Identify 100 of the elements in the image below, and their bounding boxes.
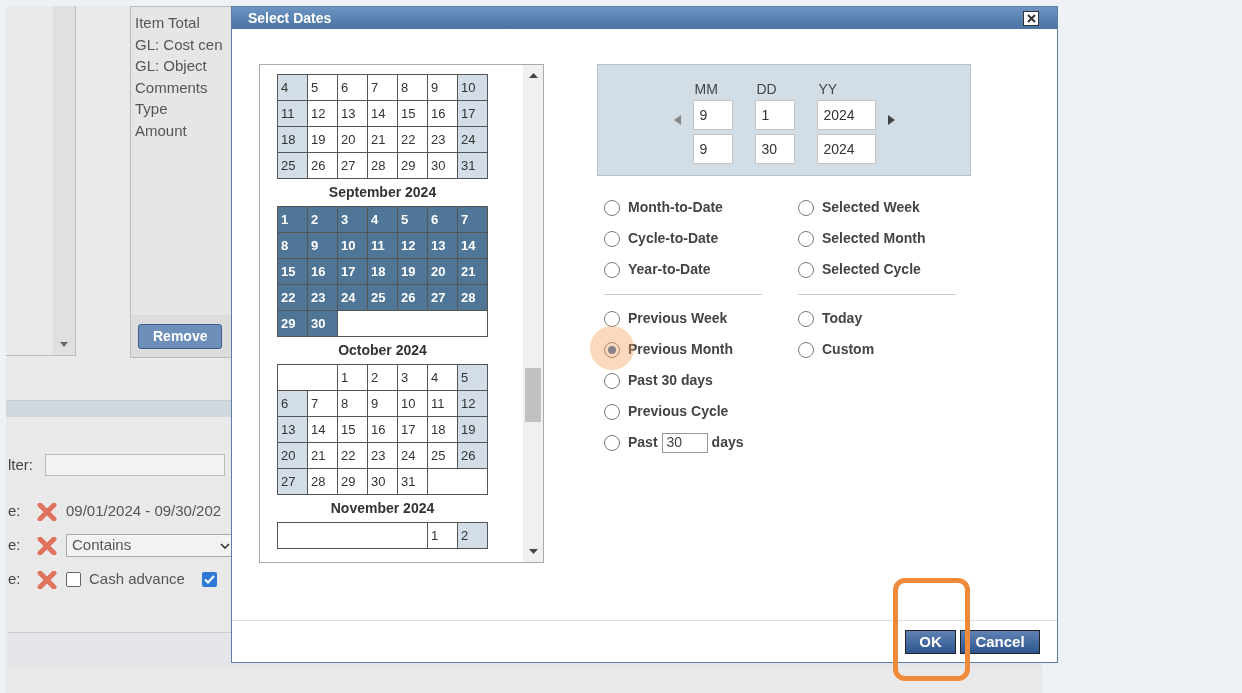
calendar-day[interactable]: 16 (308, 259, 337, 284)
date-field[interactable]: 2024 (816, 100, 876, 130)
calendar-day[interactable]: 27 (428, 285, 457, 310)
radio-button[interactable] (604, 261, 620, 278)
remove-icon[interactable] (37, 502, 57, 521)
close-button[interactable] (1023, 10, 1039, 26)
remove-icon[interactable] (37, 570, 57, 589)
calendar-day[interactable]: 2 (368, 365, 397, 390)
calendar-day[interactable]: 29 (338, 469, 367, 494)
radio-button[interactable] (604, 310, 620, 327)
calendar-day[interactable]: 23 (308, 285, 337, 310)
calendar-day[interactable]: 1 (428, 523, 457, 548)
calendar-day[interactable]: 19 (458, 417, 487, 442)
calendar-day[interactable]: 22 (338, 443, 367, 468)
radio-button[interactable] (604, 403, 620, 420)
calendar-day[interactable]: 6 (278, 391, 307, 416)
calendar-day[interactable]: 23 (428, 127, 457, 152)
scrollbar[interactable] (523, 65, 543, 562)
calendar-day[interactable]: 23 (368, 443, 397, 468)
calendar-day[interactable]: 26 (308, 153, 337, 178)
calendar-day[interactable]: 28 (308, 469, 337, 494)
calendar-day[interactable]: 25 (368, 285, 397, 310)
radio-button[interactable] (604, 230, 620, 247)
radio-button[interactable] (604, 372, 620, 389)
calendar-day[interactable]: 18 (368, 259, 397, 284)
calendar-day[interactable]: 8 (338, 391, 367, 416)
calendar-day[interactable]: 13 (428, 233, 457, 258)
radio-button[interactable] (604, 341, 620, 358)
calendar-day[interactable]: 11 (278, 101, 307, 126)
calendar-day[interactable]: 28 (368, 153, 397, 178)
calendar-day[interactable]: 10 (458, 75, 487, 100)
calendar-day[interactable]: 15 (278, 259, 307, 284)
date-field[interactable]: 2024 (816, 134, 876, 164)
calendar-day[interactable]: 5 (458, 365, 487, 390)
radio-button[interactable] (604, 434, 620, 451)
calendar-day[interactable]: 20 (338, 127, 367, 152)
calendar-day[interactable]: 17 (398, 417, 427, 442)
calendar-day[interactable]: 26 (458, 443, 487, 468)
filter-field[interactable] (45, 454, 225, 476)
calendar-day[interactable]: 18 (278, 127, 307, 152)
calendar-day[interactable]: 5 (398, 207, 427, 232)
calendar-day[interactable]: 22 (278, 285, 307, 310)
calendar-day[interactable]: 31 (458, 153, 487, 178)
remove-icon[interactable] (37, 536, 57, 555)
radio-button[interactable] (798, 230, 814, 247)
calendar-day[interactable]: 4 (428, 365, 457, 390)
date-field[interactable]: 1 (754, 100, 795, 130)
radio-button[interactable] (798, 341, 814, 358)
calendar-day[interactable]: 19 (398, 259, 427, 284)
calendar-day[interactable]: 22 (398, 127, 427, 152)
calendar-day[interactable]: 4 (278, 75, 307, 100)
date-field[interactable]: 9 (692, 134, 733, 164)
radio-button[interactable] (798, 261, 814, 278)
calendar-day[interactable]: 17 (458, 101, 487, 126)
calendar-day[interactable]: 17 (338, 259, 367, 284)
calendar-day[interactable]: 19 (308, 127, 337, 152)
calendar-day[interactable]: 21 (458, 259, 487, 284)
date-field[interactable]: 30 (754, 134, 795, 164)
calendar-day[interactable]: 9 (368, 391, 397, 416)
calendar-day[interactable]: 12 (398, 233, 427, 258)
calendar-day[interactable]: 14 (458, 233, 487, 258)
calendar-day[interactable]: 8 (398, 75, 427, 100)
calendar-day[interactable]: 27 (278, 469, 307, 494)
radio-button[interactable] (798, 199, 814, 216)
calendar-day[interactable]: 3 (338, 207, 367, 232)
cancel-button[interactable]: Cancel (960, 629, 1040, 654)
calendar-day[interactable]: 12 (308, 101, 337, 126)
calendar-day[interactable]: 25 (278, 153, 307, 178)
calendar-day[interactable]: 12 (458, 391, 487, 416)
calendar-day[interactable]: 26 (398, 285, 427, 310)
calendar-day[interactable]: 28 (458, 285, 487, 310)
calendar-day[interactable]: 21 (368, 127, 397, 152)
calendar-day[interactable]: 4 (368, 207, 397, 232)
calendar-day[interactable]: 29 (398, 153, 427, 178)
calendar-day[interactable]: 30 (368, 469, 397, 494)
calendar-day[interactable]: 5 (308, 75, 337, 100)
calendar-day[interactable]: 15 (398, 101, 427, 126)
calendar-day[interactable]: 14 (308, 417, 337, 442)
previous-arrow-icon[interactable] (673, 115, 681, 125)
calendar-day[interactable]: 24 (398, 443, 427, 468)
calendar-day[interactable]: 29 (278, 311, 307, 336)
calendar-day[interactable]: 9 (308, 233, 337, 258)
calendar-day[interactable]: 18 (428, 417, 457, 442)
calendar-day[interactable]: 30 (428, 153, 457, 178)
calendar-day[interactable]: 24 (458, 127, 487, 152)
calendar-day[interactable]: 31 (398, 469, 427, 494)
calendar-day[interactable]: 11 (368, 233, 397, 258)
calendar-day[interactable]: 15 (338, 417, 367, 442)
calendar-day[interactable]: 6 (428, 207, 457, 232)
scroll-up-icon[interactable] (528, 73, 538, 78)
calendar-day[interactable]: 21 (308, 443, 337, 468)
scroll-down-icon[interactable] (60, 342, 68, 347)
calendar-day[interactable]: 2 (308, 207, 337, 232)
calendar-day[interactable]: 11 (428, 391, 457, 416)
calendar-day[interactable]: 16 (368, 417, 397, 442)
checkbox[interactable] (66, 572, 81, 587)
checkbox[interactable] (201, 572, 217, 587)
days-field[interactable]: 30 (661, 432, 708, 453)
next-arrow-icon[interactable] (887, 115, 895, 125)
calendar-day[interactable]: 10 (398, 391, 427, 416)
